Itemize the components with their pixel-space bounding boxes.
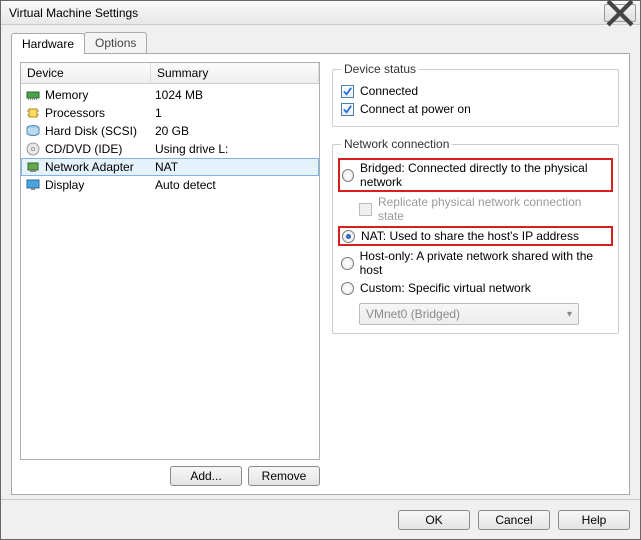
device-row[interactable]: Processors1 — [21, 104, 319, 122]
network-connection-legend: Network connection — [341, 137, 452, 151]
tab-hardware[interactable]: Hardware — [11, 33, 85, 54]
bridged-radio[interactable] — [342, 169, 354, 182]
connected-row[interactable]: Connected — [341, 82, 610, 100]
device-row[interactable]: Network AdapterNAT — [21, 158, 319, 176]
nat-label: NAT: Used to share the host's IP address — [361, 229, 579, 243]
device-row[interactable]: Hard Disk (SCSI)20 GB — [21, 122, 319, 140]
device-summary: 20 GB — [155, 124, 315, 138]
display-icon — [25, 177, 41, 193]
replicate-row: Replicate physical network connection st… — [359, 193, 610, 225]
bridged-row[interactable]: Bridged: Connected directly to the physi… — [338, 158, 613, 192]
device-list: Device Summary Memory1024 MBProcessors1H… — [20, 62, 320, 460]
settings-window: Virtual Machine Settings Hardware Option… — [0, 0, 641, 540]
col-header-summary[interactable]: Summary — [151, 63, 319, 83]
custom-row[interactable]: Custom: Specific virtual network — [341, 279, 610, 297]
cpu-icon — [25, 105, 41, 121]
connect-poweron-row[interactable]: Connect at power on — [341, 100, 610, 118]
device-name: Display — [45, 178, 155, 192]
device-row[interactable]: CD/DVD (IDE)Using drive L: — [21, 140, 319, 158]
device-list-header: Device Summary — [21, 63, 319, 84]
network-connection-group: Network connection Bridged: Connected di… — [332, 137, 619, 334]
hostonly-radio[interactable] — [341, 257, 354, 270]
device-buttons: Add... Remove — [20, 460, 320, 486]
replicate-label: Replicate physical network connection st… — [378, 195, 610, 223]
right-column: Device status Connected Connect at power… — [330, 62, 621, 486]
close-button[interactable] — [604, 4, 636, 22]
help-button[interactable]: Help — [558, 510, 630, 530]
memory-icon — [25, 87, 41, 103]
device-summary: 1024 MB — [155, 88, 315, 102]
nat-radio[interactable] — [342, 230, 355, 243]
replicate-checkbox — [359, 203, 372, 216]
cancel-button[interactable]: Cancel — [478, 510, 550, 530]
connected-checkbox[interactable] — [341, 85, 354, 98]
ok-button[interactable]: OK — [398, 510, 470, 530]
connect-poweron-checkbox[interactable] — [341, 103, 354, 116]
nat-row[interactable]: NAT: Used to share the host's IP address — [338, 226, 613, 246]
check-icon — [342, 104, 353, 115]
titlebar: Virtual Machine Settings — [1, 1, 640, 25]
device-summary: 1 — [155, 106, 315, 120]
connect-poweron-label: Connect at power on — [360, 102, 471, 116]
network-icon — [25, 159, 41, 175]
disk-icon — [25, 123, 41, 139]
add-device-button[interactable]: Add... — [170, 466, 242, 486]
device-name: Memory — [45, 88, 155, 102]
connected-label: Connected — [360, 84, 418, 98]
device-summary: Using drive L: — [155, 142, 315, 156]
cd-icon — [25, 141, 41, 157]
device-summary: NAT — [155, 160, 315, 174]
tabstrip: Hardware Options — [11, 31, 630, 53]
device-status-group: Device status Connected Connect at power… — [332, 62, 619, 127]
col-header-device[interactable]: Device — [21, 63, 151, 83]
device-name: Processors — [45, 106, 155, 120]
tab-content: Device Summary Memory1024 MBProcessors1H… — [11, 53, 630, 495]
custom-network-value: VMnet0 (Bridged) — [366, 307, 460, 321]
window-title: Virtual Machine Settings — [9, 6, 604, 20]
tab-options[interactable]: Options — [84, 32, 147, 53]
device-name: Hard Disk (SCSI) — [45, 124, 155, 138]
custom-radio[interactable] — [341, 282, 354, 295]
custom-network-combo: VMnet0 (Bridged) ▾ — [359, 303, 579, 325]
device-status-legend: Device status — [341, 62, 419, 76]
device-summary: Auto detect — [155, 178, 315, 192]
device-rows: Memory1024 MBProcessors1Hard Disk (SCSI)… — [21, 84, 319, 196]
device-name: Network Adapter — [45, 160, 155, 174]
left-column: Device Summary Memory1024 MBProcessors1H… — [20, 62, 320, 486]
check-icon — [342, 86, 353, 97]
hostonly-label: Host-only: A private network shared with… — [360, 249, 610, 277]
remove-device-button[interactable]: Remove — [248, 466, 320, 486]
bridged-label: Bridged: Connected directly to the physi… — [360, 161, 609, 189]
device-row[interactable]: DisplayAuto detect — [21, 176, 319, 194]
chevron-down-icon: ▾ — [567, 309, 572, 320]
radio-dot-icon — [346, 234, 351, 239]
custom-label: Custom: Specific virtual network — [360, 281, 531, 295]
hostonly-row[interactable]: Host-only: A private network shared with… — [341, 247, 610, 279]
device-row[interactable]: Memory1024 MB — [21, 86, 319, 104]
dialog-body: Hardware Options Device Summary Memory10… — [1, 25, 640, 499]
close-icon — [605, 0, 635, 28]
dialog-footer: OK Cancel Help — [1, 499, 640, 539]
device-name: CD/DVD (IDE) — [45, 142, 155, 156]
